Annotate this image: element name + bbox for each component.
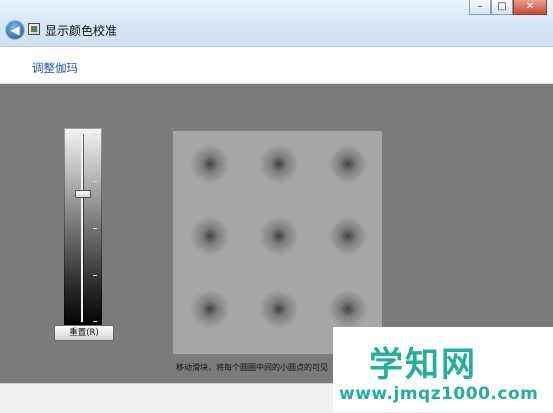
gamma-preview-pattern	[173, 131, 382, 354]
watermark: 学知网 www.jmqz1000.com	[333, 327, 553, 412]
gamma-slider[interactable]	[64, 128, 102, 328]
page-header: 调整伽玛	[0, 47, 553, 84]
gamma-circle	[259, 144, 299, 184]
gamma-circle	[259, 289, 299, 329]
slider-tick	[93, 134, 97, 135]
back-button[interactable]: ◀	[6, 21, 24, 39]
instruction-text: 移动滑块，将每个圆圈中间的小圆点的可见	[176, 363, 328, 372]
gamma-circle	[259, 216, 299, 256]
back-arrow-icon: ◀	[10, 23, 20, 37]
slider-tick	[93, 228, 97, 229]
slider-tick	[93, 275, 97, 276]
slider-tick	[93, 181, 97, 182]
window-title: 显示颜色校准	[45, 24, 118, 38]
reset-button[interactable]: 重置(R)	[54, 325, 114, 341]
gamma-circle	[190, 144, 230, 184]
calibration-window: ◀ 显示颜色校准 – □ ✕ 调整伽玛 重置(R) 移动滑块，将每个圆圈中间的小…	[0, 0, 553, 413]
slider-thumb[interactable]	[75, 190, 91, 198]
gamma-circle	[328, 216, 368, 256]
gamma-circle	[328, 289, 368, 329]
minimize-button[interactable]: –	[469, 0, 491, 15]
window-controls: – □ ✕	[469, 0, 547, 15]
gamma-circle	[190, 216, 230, 256]
watermark-brand: 学知网	[369, 345, 477, 385]
title-bar: ◀ 显示颜色校准 – □ ✕	[0, 0, 553, 47]
gamma-circle	[190, 289, 230, 329]
maximize-button[interactable]: □	[491, 0, 513, 15]
display-color-calibration-icon	[28, 23, 40, 35]
watermark-url: www.jmqz1000.com	[339, 384, 539, 404]
slider-tick	[93, 321, 97, 322]
gamma-circle	[328, 144, 368, 184]
slider-track[interactable]	[81, 134, 83, 322]
close-button[interactable]: ✕	[513, 0, 547, 15]
page-heading: 调整伽玛	[32, 61, 78, 75]
